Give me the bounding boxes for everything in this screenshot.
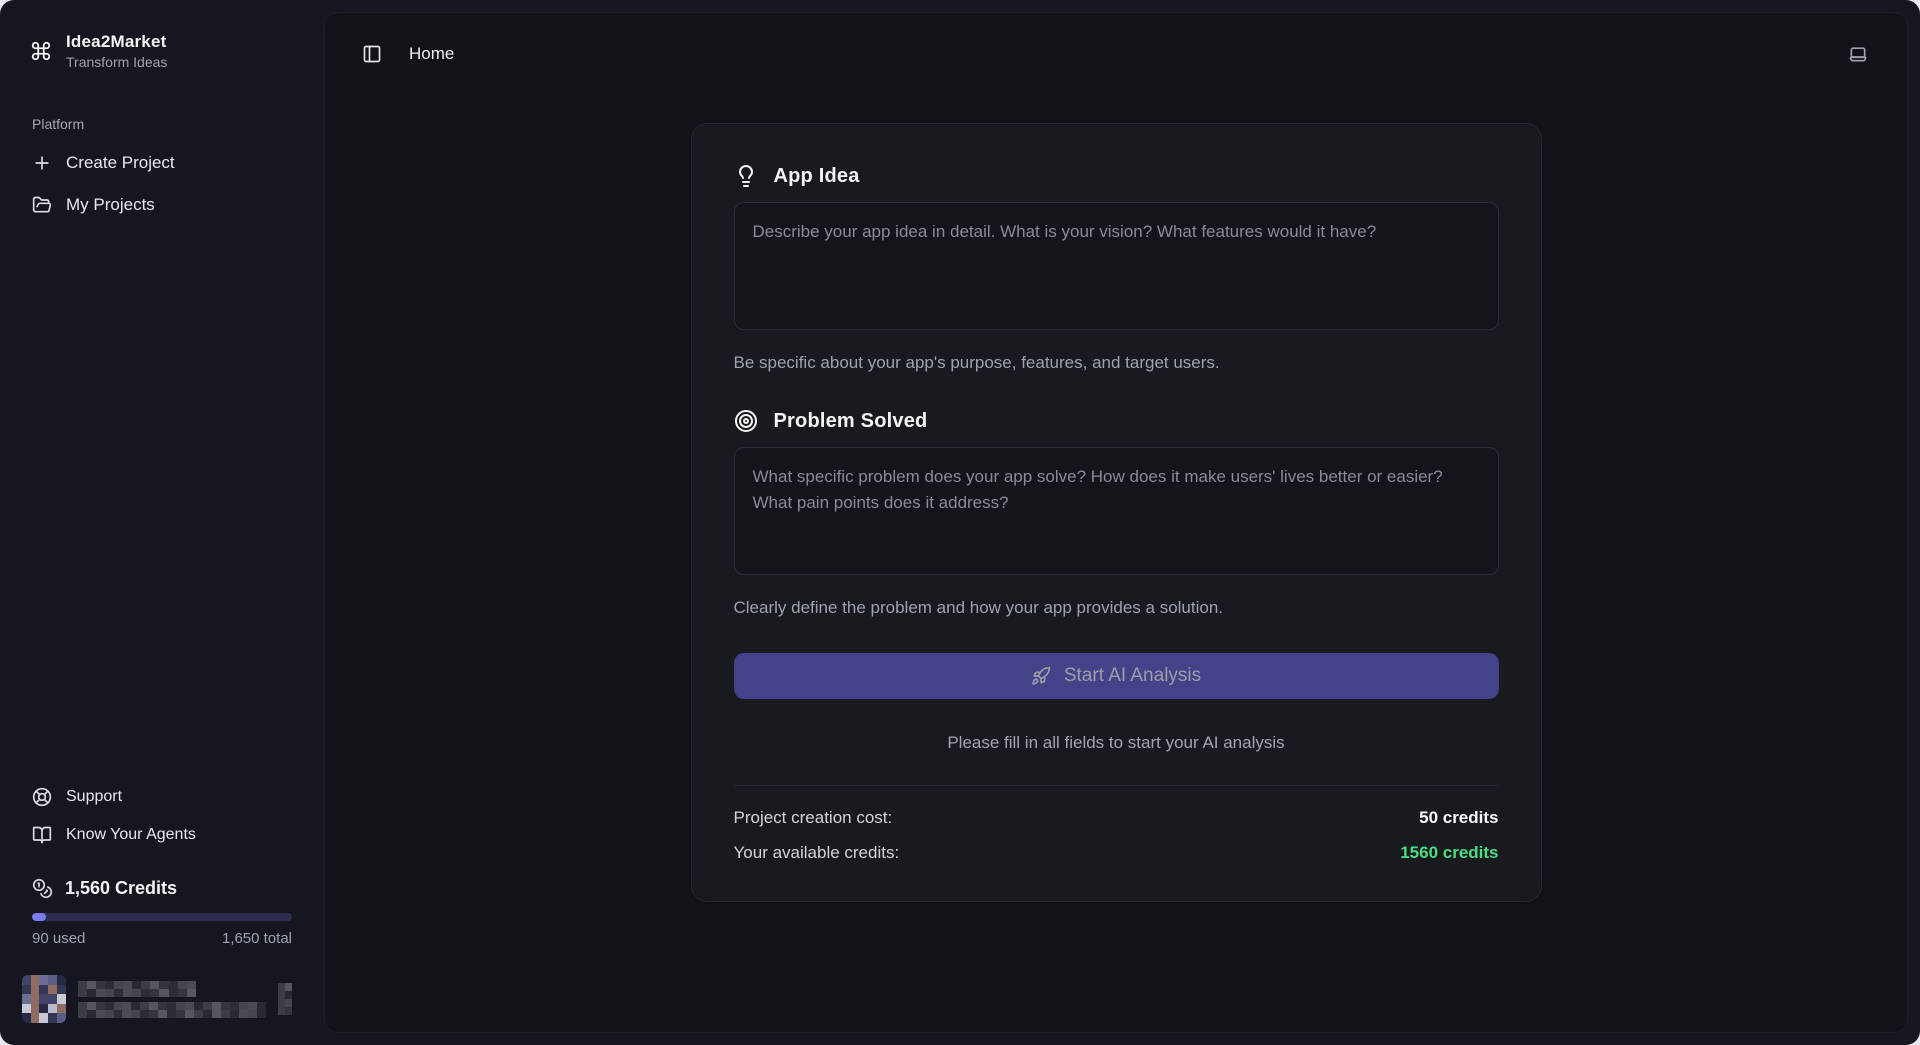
plus-icon <box>32 153 52 173</box>
coins-icon <box>32 878 53 899</box>
user-name-redacted <box>78 981 196 997</box>
validation-note: Please fill in all fields to start your … <box>734 733 1499 753</box>
topbar: Home <box>325 13 1907 79</box>
command-icon <box>30 40 52 62</box>
project-form-card: App Idea Be specific about your app's pu… <box>691 123 1542 902</box>
credits-progress-fill <box>32 913 46 921</box>
credits-total-label: 1,650 total <box>222 930 292 947</box>
sidebar-item-support[interactable]: Support <box>20 778 304 816</box>
app-brand[interactable]: Idea2Market Transform Ideas <box>20 26 304 76</box>
problem-solved-helper-text: Clearly define the problem and how your … <box>734 598 1499 618</box>
start-ai-analysis-label: Start AI Analysis <box>1064 665 1201 687</box>
project-cost-value: 50 credits <box>1419 808 1498 828</box>
app-subtitle: Transform Ideas <box>66 54 167 70</box>
sidebar-item-label: Know Your Agents <box>66 826 196 844</box>
sidebar-item-label: My Projects <box>66 195 155 215</box>
sidebar-item-my-projects[interactable]: My Projects <box>20 184 304 226</box>
target-icon <box>734 409 758 433</box>
project-cost-row: Project creation cost: 50 credits <box>734 808 1499 828</box>
user-menu-caret-redacted <box>278 983 292 1015</box>
sidebar-item-label: Support <box>66 788 122 806</box>
app-idea-textarea[interactable] <box>734 202 1499 330</box>
sidebar-nav: Create Project My Projects <box>20 142 304 226</box>
sidebar-item-label: Create Project <box>66 153 175 173</box>
app-idea-section-header: App Idea <box>734 164 1499 188</box>
device-preview-button[interactable] <box>1843 39 1873 69</box>
main-panel: Home App Idea Be specific about your app… <box>324 12 1908 1033</box>
start-ai-analysis-button[interactable]: Start AI Analysis <box>734 653 1499 699</box>
app-idea-section-title: App Idea <box>774 165 860 188</box>
panel-left-icon <box>362 44 382 64</box>
app-idea-helper-text: Be specific about your app's purpose, fe… <box>734 353 1499 373</box>
user-email-redacted <box>78 1002 266 1018</box>
book-open-icon <box>32 825 52 845</box>
app-brand-text: Idea2Market Transform Ideas <box>66 32 167 70</box>
problem-solved-section-header: Problem Solved <box>734 409 1499 433</box>
available-credits-label: Your available credits: <box>734 843 900 863</box>
sidebar-item-know-your-agents[interactable]: Know Your Agents <box>20 816 304 854</box>
cost-summary: Project creation cost: 50 credits Your a… <box>734 808 1499 863</box>
rocket-icon <box>1031 666 1051 686</box>
problem-solved-textarea[interactable] <box>734 447 1499 575</box>
available-credits-row: Your available credits: 1560 credits <box>734 843 1499 863</box>
sidebar-toggle-button[interactable] <box>357 39 387 69</box>
folder-open-icon <box>32 195 52 215</box>
app-title: Idea2Market <box>66 32 167 52</box>
credits-used-label: 90 used <box>32 930 85 947</box>
sidebar-footer: Support Know Your Agents 1,560 Credits <box>20 778 304 1029</box>
lightbulb-icon <box>734 164 758 188</box>
credits-progress-bar <box>32 913 292 921</box>
cost-divider <box>734 785 1499 786</box>
user-identity-redacted <box>78 981 266 1018</box>
available-credits-value: 1560 credits <box>1400 843 1498 863</box>
laptop-icon <box>1848 44 1868 64</box>
project-cost-label: Project creation cost: <box>734 808 893 828</box>
user-account-button[interactable] <box>20 969 304 1029</box>
app-window: Idea2Market Transform Ideas Platform Cre… <box>0 0 1920 1045</box>
user-avatar <box>22 975 66 1023</box>
credits-balance-label: 1,560 Credits <box>65 878 177 899</box>
breadcrumb: Home <box>409 44 454 64</box>
credits-summary: 1,560 Credits 90 used 1,650 total <box>20 854 304 947</box>
sidebar-item-create-project[interactable]: Create Project <box>20 142 304 184</box>
problem-solved-section-title: Problem Solved <box>774 410 928 433</box>
life-buoy-icon <box>32 787 52 807</box>
sidebar: Idea2Market Transform Ideas Platform Cre… <box>0 0 324 1045</box>
sidebar-section-label: Platform <box>32 116 304 132</box>
